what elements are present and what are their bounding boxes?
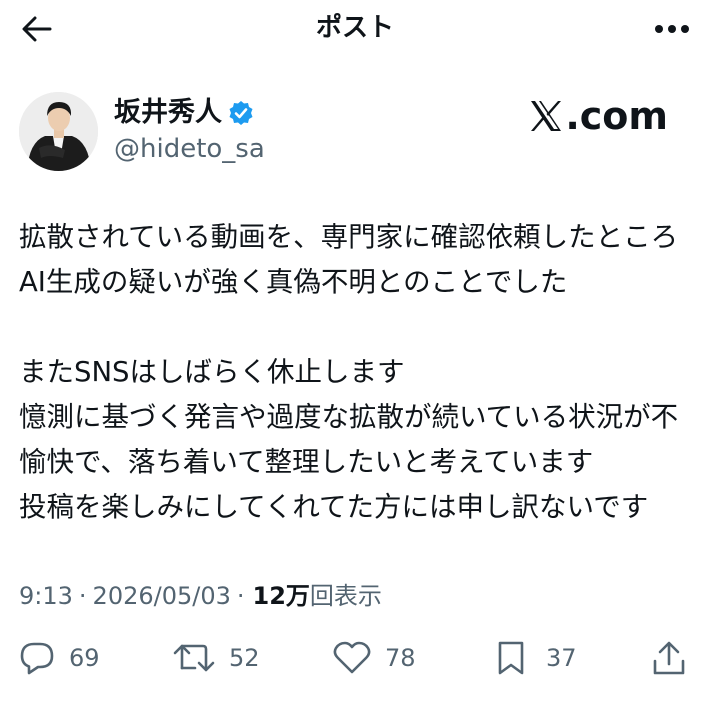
bookmark-count: 37 — [546, 644, 577, 672]
action-bar: 69 52 78 37 — [0, 636, 710, 680]
reply-count: 69 — [69, 644, 100, 672]
bookmark-button[interactable]: 37 — [496, 636, 577, 680]
bookmark-icon — [498, 641, 524, 675]
tweet-time[interactable]: 9:13 — [19, 580, 73, 612]
heart-icon — [333, 641, 371, 674]
tweet-date[interactable]: 2026/05/03 — [93, 580, 231, 612]
author-name-row[interactable]: 坂井秀人 — [114, 96, 254, 130]
handle[interactable]: @hideto_sa — [114, 133, 265, 165]
reply-button[interactable]: 69 — [19, 636, 100, 680]
brand-logo-text: .com — [565, 94, 668, 138]
repost-icon — [173, 644, 215, 672]
share-button[interactable] — [652, 636, 686, 680]
tweet-meta: 9:13 · 2026/05/03 · 12万 回表示 — [19, 580, 382, 612]
repost-button[interactable]: 52 — [173, 636, 260, 680]
tweet-text: 拡散されている動画を、専門家に確認依頼したところAI生成の疑いが強く真偽不明との… — [19, 221, 679, 523]
meta-separator: · — [78, 582, 87, 610]
avatar-image — [19, 92, 98, 171]
x-logo-icon — [531, 101, 562, 131]
reply-icon — [20, 642, 54, 675]
avatar[interactable] — [19, 92, 98, 171]
page-title: ポスト — [315, 13, 394, 43]
top-bar: ポスト — [0, 0, 710, 58]
more-horizontal-icon — [655, 25, 689, 33]
views-label: 回表示 — [309, 582, 382, 610]
like-button[interactable]: 78 — [333, 636, 416, 680]
meta-separator-2: · — [236, 582, 245, 610]
repost-count: 52 — [229, 644, 260, 672]
more-button[interactable] — [652, 12, 692, 46]
like-count: 78 — [385, 644, 416, 672]
verified-badge-icon — [229, 101, 253, 125]
display-name: 坂井秀人 — [114, 97, 222, 128]
brand-logo: .com — [529, 94, 668, 138]
share-icon — [653, 641, 685, 675]
views-count[interactable]: 12万 — [253, 580, 310, 612]
